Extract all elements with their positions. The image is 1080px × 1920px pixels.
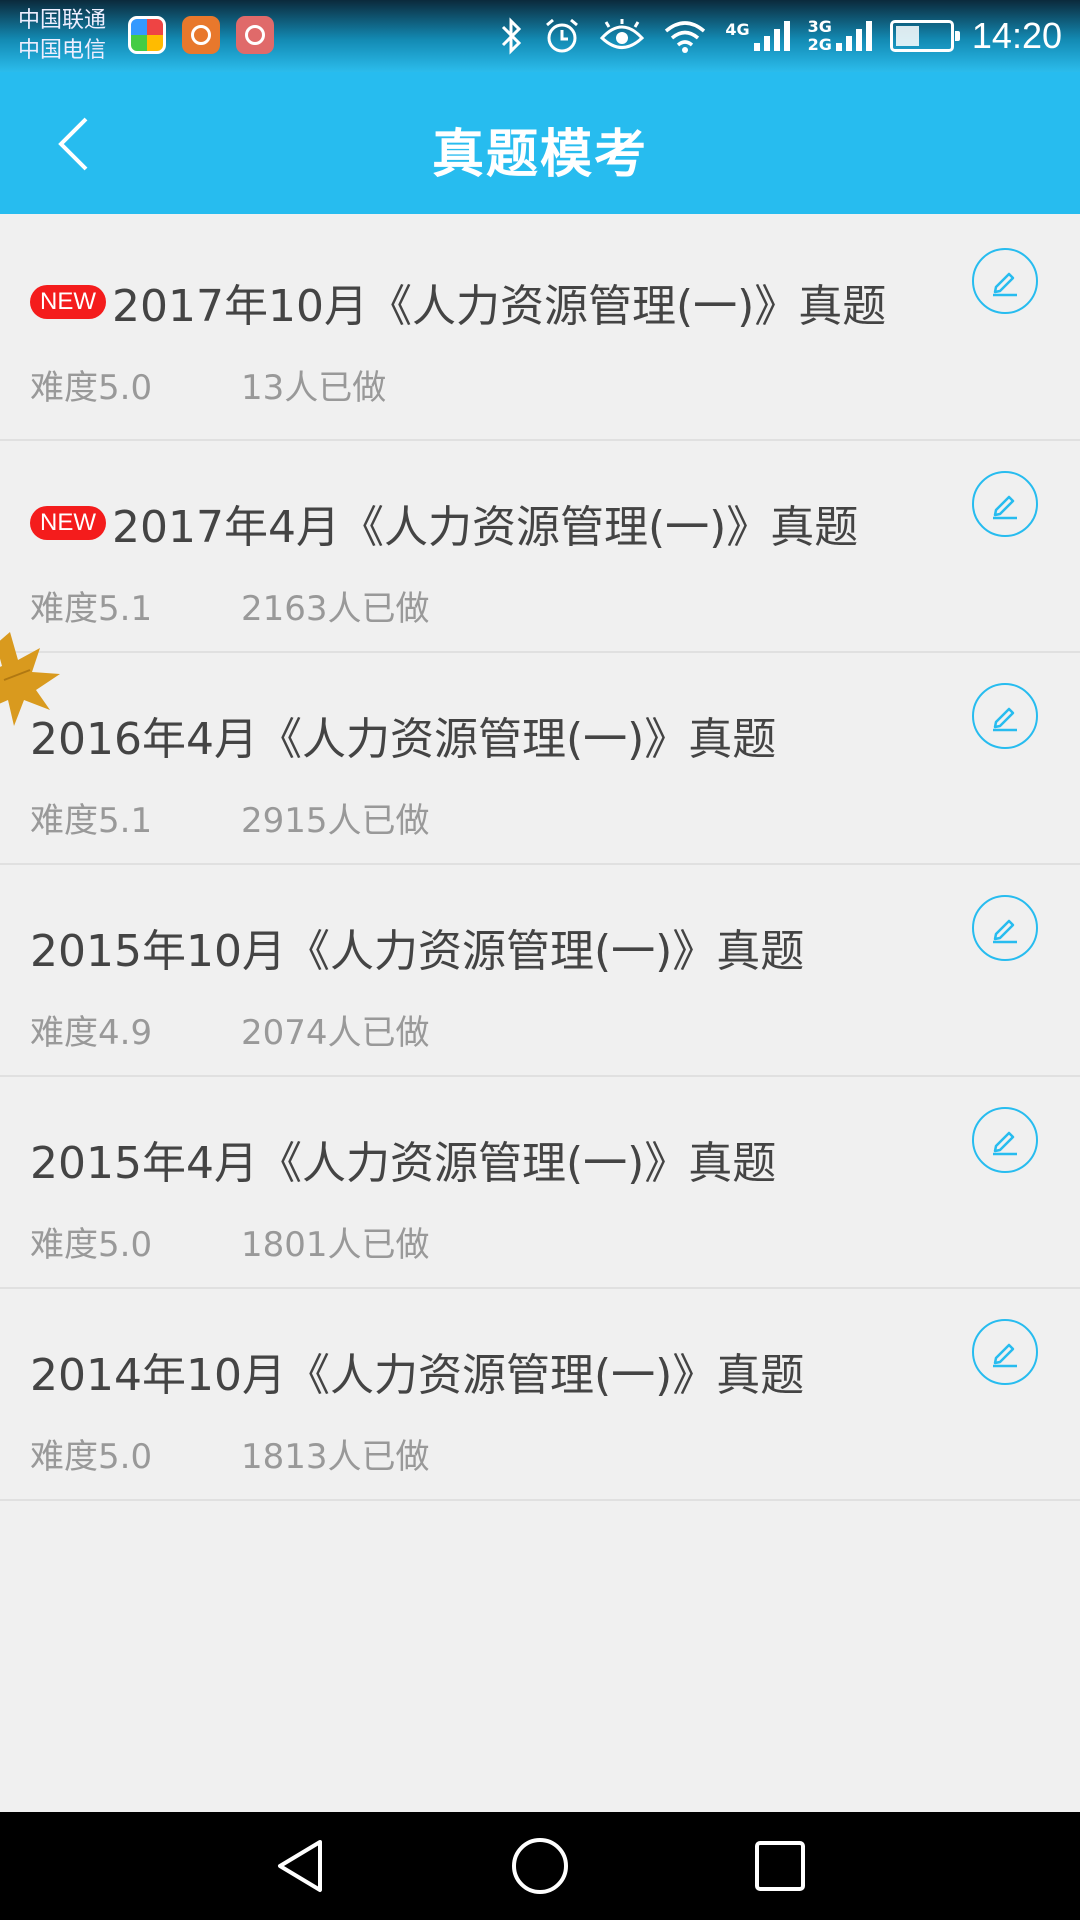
- exam-done-count: 2163人已做: [241, 589, 430, 629]
- battery-icon: [889, 20, 960, 52]
- nav-back-button[interactable]: [255, 1821, 345, 1911]
- edit-pencil-icon: [993, 1343, 1017, 1368]
- mi-app-notification-icon: [182, 16, 220, 54]
- carrier-1: 中国联通: [18, 8, 107, 33]
- exam-difficulty: 难度5.0: [30, 1437, 153, 1477]
- exam-done-count: 1801人已做: [241, 1225, 430, 1265]
- eye-icon: [599, 19, 645, 53]
- exam-done-count: 13人已做: [241, 368, 387, 408]
- start-exam-button[interactable]: [972, 1319, 1038, 1385]
- network-label-2a: 3G: [807, 17, 832, 36]
- status-icons: 4G 3G 2G 14:20: [499, 8, 1062, 64]
- exam-title-row: NEW 2017年10月《人力资源管理(一)》真题: [30, 270, 886, 334]
- edit-pencil-icon: [993, 919, 1017, 944]
- page-title: 真题模考: [431, 125, 648, 185]
- exam-list: NEW 2017年10月《人力资源管理(一)》真题 难度5.0 13人已做 NE…: [0, 214, 1080, 1501]
- exam-title-row: 2015年4月《人力资源管理(一)》真题: [30, 1127, 776, 1191]
- exam-item[interactable]: NEW 2017年10月《人力资源管理(一)》真题 难度5.0 13人已做: [0, 214, 1080, 441]
- network-label-2b: 2G: [807, 35, 832, 54]
- exam-meta: 难度5.0 1813人已做: [30, 1429, 430, 1478]
- exam-title: 2017年10月《人力资源管理(一)》真题: [112, 281, 887, 332]
- edit-pencil-icon: [993, 495, 1017, 520]
- status-bar: 中国联通 中国电信 4G 3G 2G 14:20: [0, 0, 1080, 72]
- status-time: 14:20: [971, 15, 1062, 56]
- signal-3g-icon: 3G 2G: [808, 18, 872, 54]
- exam-title: 2015年4月《人力资源管理(一)》真题: [30, 1138, 777, 1189]
- exam-meta: 难度5.1 2915人已做: [30, 793, 430, 842]
- exam-difficulty: 难度4.9: [30, 1013, 153, 1053]
- exam-title-row: 2014年10月《人力资源管理(一)》真题: [30, 1339, 804, 1403]
- carrier-info: 中国联通 中国电信: [18, 6, 106, 66]
- exam-done-count: 1813人已做: [241, 1437, 430, 1477]
- bluetooth-icon: [499, 17, 525, 55]
- exam-title: 2015年10月《人力资源管理(一)》真题: [30, 926, 805, 977]
- start-exam-button[interactable]: [972, 683, 1038, 749]
- exam-item[interactable]: NEW 2017年4月《人力资源管理(一)》真题 难度5.1 2163人已做: [0, 441, 1080, 653]
- app-notification-icon: [128, 16, 166, 54]
- nav-home-button[interactable]: [495, 1821, 585, 1911]
- network-label-1: 4G: [725, 20, 750, 39]
- start-exam-button[interactable]: [972, 471, 1038, 537]
- start-exam-button[interactable]: [972, 895, 1038, 961]
- exam-title-row: NEW 2017年4月《人力资源管理(一)》真题: [30, 491, 858, 555]
- nav-recents-icon: [755, 1841, 805, 1891]
- exam-done-count: 2074人已做: [241, 1013, 430, 1053]
- carrier-2: 中国电信: [18, 38, 107, 63]
- system-nav-bar: [0, 1812, 1080, 1920]
- edit-pencil-icon: [993, 707, 1017, 732]
- exam-item[interactable]: 2015年10月《人力资源管理(一)》真题 难度4.9 2074人已做: [0, 865, 1080, 1077]
- notification-app-icons: [128, 16, 274, 54]
- alarm-icon: [543, 17, 581, 55]
- exam-meta: 难度4.9 2074人已做: [30, 1005, 430, 1054]
- exam-difficulty: 难度5.0: [30, 1225, 153, 1265]
- edit-pencil-icon: [993, 272, 1017, 297]
- exam-item[interactable]: 2015年4月《人力资源管理(一)》真题 难度5.0 1801人已做: [0, 1077, 1080, 1289]
- exam-item[interactable]: 2014年10月《人力资源管理(一)》真题 难度5.0 1813人已做: [0, 1289, 1080, 1501]
- nav-recents-button[interactable]: [735, 1821, 825, 1911]
- start-exam-button[interactable]: [972, 1107, 1038, 1173]
- block-app-notification-icon: [236, 16, 274, 54]
- exam-meta: 难度5.0 13人已做: [30, 360, 386, 409]
- exam-difficulty: 难度5.0: [30, 368, 153, 408]
- exam-difficulty: 难度5.1: [30, 801, 153, 841]
- title-bar: 真题模考: [0, 72, 1080, 214]
- exam-meta: 难度5.0 1801人已做: [30, 1217, 430, 1266]
- exam-difficulty: 难度5.1: [30, 589, 153, 629]
- start-exam-button[interactable]: [972, 248, 1038, 314]
- exam-title-row: 2015年10月《人力资源管理(一)》真题: [30, 915, 804, 979]
- nav-back-icon: [278, 1840, 322, 1892]
- new-badge: NEW: [30, 506, 106, 540]
- wifi-icon: [663, 19, 707, 53]
- exam-done-count: 2915人已做: [241, 801, 430, 841]
- exam-title: 2016年4月《人力资源管理(一)》真题: [30, 714, 777, 765]
- edit-pencil-icon: [993, 1131, 1017, 1156]
- signal-4g-icon: 4G: [725, 20, 790, 51]
- exam-meta: 难度5.1 2163人已做: [30, 581, 430, 630]
- maple-leaf-icon: [0, 632, 60, 726]
- exam-title: 2014年10月《人力资源管理(一)》真题: [30, 1350, 805, 1401]
- new-badge: NEW: [30, 285, 106, 319]
- nav-home-icon: [512, 1838, 568, 1894]
- exam-item[interactable]: 2016年4月《人力资源管理(一)》真题 难度5.1 2915人已做: [0, 653, 1080, 865]
- exam-title-row: 2016年4月《人力资源管理(一)》真题: [30, 703, 776, 767]
- exam-title: 2017年4月《人力资源管理(一)》真题: [112, 502, 859, 553]
